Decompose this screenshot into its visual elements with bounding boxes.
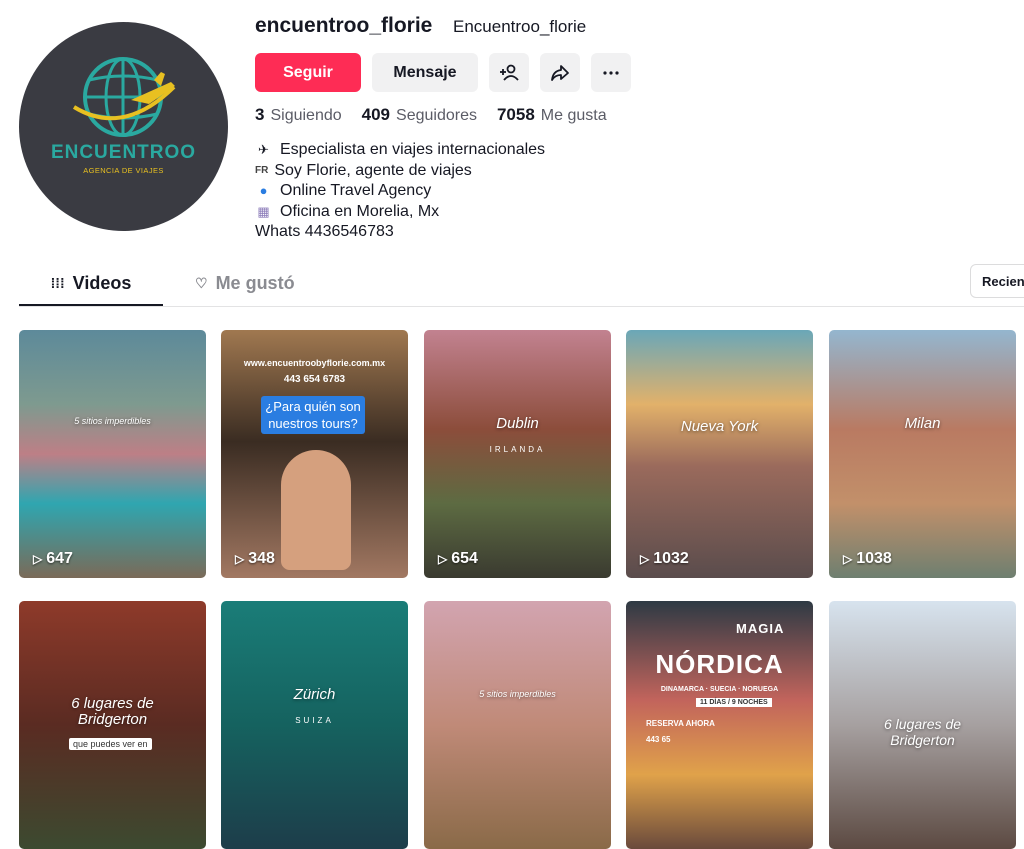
flag-fr-icon: FR xyxy=(255,164,269,176)
video-overlay-title: NÓRDICA xyxy=(655,649,784,679)
person-thumbnail xyxy=(281,450,351,570)
video-card[interactable]: MAGIA NÓRDICA DINAMARCA · SUECIA · NORUE… xyxy=(626,601,813,849)
video-website-text: www.encuentroobyflorie.com.mx xyxy=(243,358,386,368)
video-overlay-reserva: RESERVA AHORA xyxy=(646,719,715,728)
follow-button[interactable]: Seguir xyxy=(255,53,361,92)
video-overlay-text: Nueva York xyxy=(680,418,759,435)
add-user-icon xyxy=(500,64,519,81)
more-options-button[interactable] xyxy=(591,53,631,92)
video-country-text: IRLANDA xyxy=(489,445,546,454)
share-button[interactable] xyxy=(540,53,580,92)
share-icon xyxy=(551,64,569,81)
bio-line: ● Online Travel Agency xyxy=(255,181,545,202)
video-card[interactable]: 6 lugares de Bridgerton xyxy=(829,601,1016,849)
bio-text: Oficina en Morelia, Mx xyxy=(280,202,440,220)
view-count: ▷ 348 xyxy=(235,550,275,567)
following-count: 3 xyxy=(255,105,265,124)
video-overlay-sub: DINAMARCA · SUECIA · NORUEGA xyxy=(660,686,779,693)
video-country-text: SUIZA xyxy=(295,716,334,725)
following-label: Siguiendo xyxy=(270,107,342,124)
video-overlay-text: Milan xyxy=(904,415,941,432)
nickname: Encuentroo_florie xyxy=(453,17,587,36)
video-card[interactable]: Zürich SUIZA xyxy=(221,601,408,849)
video-overlay-text: 6 lugares de Bridgerton xyxy=(71,695,154,728)
office-building-icon: ▦ xyxy=(257,203,270,219)
airplane-icon: ✈ xyxy=(258,142,269,157)
brand-subtitle: AGENCIA DE VIAJES xyxy=(83,166,164,175)
view-count: ▷ 654 xyxy=(438,550,478,567)
likes-stat: 7058 Me gusta xyxy=(497,105,607,125)
video-overlay-text: 6 lugares de Bridgerton xyxy=(883,716,962,748)
globe-icon: ● xyxy=(259,183,268,199)
play-icon: ▷ xyxy=(843,552,853,566)
video-card[interactable]: 5 sitios imperdibles ▷ 647 xyxy=(19,330,206,578)
bio-line: ▦ Oficina en Morelia, Mx xyxy=(255,202,545,223)
video-overlay-text: Dublin xyxy=(496,415,539,432)
play-icon: ▷ xyxy=(438,552,448,566)
video-overlay-days: 11 DÍAS / 9 NOCHES xyxy=(696,698,772,707)
video-card[interactable]: 5 sitios imperdibles xyxy=(424,601,611,849)
profile-stats: 3 Siguiendo 409 Seguidores 7058 Me gusta xyxy=(255,105,627,125)
video-card[interactable]: Dublin IRLANDA ▷ 654 xyxy=(424,330,611,578)
video-overlay-text: Zürich xyxy=(293,686,336,703)
bio-text: Online Travel Agency xyxy=(280,182,432,200)
followers-label: Seguidores xyxy=(396,107,477,124)
video-overlay-text: ¿Para quién son nuestros tours? xyxy=(261,396,365,434)
globe-plane-logo-icon xyxy=(72,57,176,137)
add-friend-button[interactable] xyxy=(489,53,529,92)
tab-videos-label: Videos xyxy=(72,272,132,293)
profile-tabs: ⁞⁞⁞ Videos ♡ Me gustó xyxy=(19,262,1024,307)
video-overlay-phone: 443 65 xyxy=(646,735,671,744)
heart-icon: ♡ xyxy=(195,274,208,291)
avatar[interactable]: ENCUENTROO AGENCIA DE VIAJES xyxy=(19,22,228,231)
followers-stat[interactable]: 409 Seguidores xyxy=(362,105,477,125)
username: encuentroo_florie xyxy=(255,14,433,37)
view-count: ▷ 647 xyxy=(33,550,73,567)
brand-name: ENCUENTROO xyxy=(50,142,197,163)
play-icon: ▷ xyxy=(235,552,245,566)
likes-count: 7058 xyxy=(496,105,535,124)
video-card[interactable]: www.encuentroobyflorie.com.mx 443 654 67… xyxy=(221,330,408,578)
tab-liked[interactable]: ♡ Me gustó xyxy=(195,262,295,304)
video-phone-text: 443 654 6783 xyxy=(283,374,346,385)
view-count: ▷ 1038 xyxy=(843,550,892,567)
video-sub-text: que puedes ver en xyxy=(69,738,152,750)
bio-line: FR Soy Florie, agente de viajes xyxy=(255,161,545,182)
bio-line: Whats 4436546783 xyxy=(255,222,545,243)
video-overlay-magia: MAGIA xyxy=(736,621,785,636)
video-overlay-text: 5 sitios imperdibles xyxy=(74,416,151,426)
bio-text: Especialista en viajes internacionales xyxy=(280,141,546,158)
following-stat[interactable]: 3 Siguiendo xyxy=(255,105,342,125)
tab-liked-label: Me gustó xyxy=(215,272,295,293)
tab-videos[interactable]: ⁞⁞⁞ Videos xyxy=(19,262,163,306)
likes-label: Me gusta xyxy=(540,107,607,124)
video-card[interactable]: Nueva York ▷ 1032 xyxy=(626,330,813,578)
video-card[interactable]: 6 lugares de Bridgerton que puedes ver e… xyxy=(19,601,206,849)
more-dots-icon xyxy=(603,70,619,75)
bio-text: Soy Florie, agente de viajes xyxy=(274,161,472,179)
bio-line: ✈ Especialista en viajes internacionales xyxy=(255,140,545,161)
play-icon: ▷ xyxy=(33,552,43,566)
sort-recent-button[interactable]: Recien xyxy=(970,264,1024,298)
video-card[interactable]: Milan ▷ 1038 xyxy=(829,330,1016,578)
followers-count: 409 xyxy=(361,105,391,124)
grid-icon: ⁞⁞⁞ xyxy=(50,275,65,291)
view-count: ▷ 1032 xyxy=(640,550,689,567)
play-icon: ▷ xyxy=(640,552,650,566)
bio-text: Whats 4436546783 xyxy=(255,223,394,241)
video-overlay-text: 5 sitios imperdibles xyxy=(479,689,556,699)
message-button[interactable]: Mensaje xyxy=(372,53,478,92)
bio: ✈ Especialista en viajes internacionales … xyxy=(255,140,545,243)
